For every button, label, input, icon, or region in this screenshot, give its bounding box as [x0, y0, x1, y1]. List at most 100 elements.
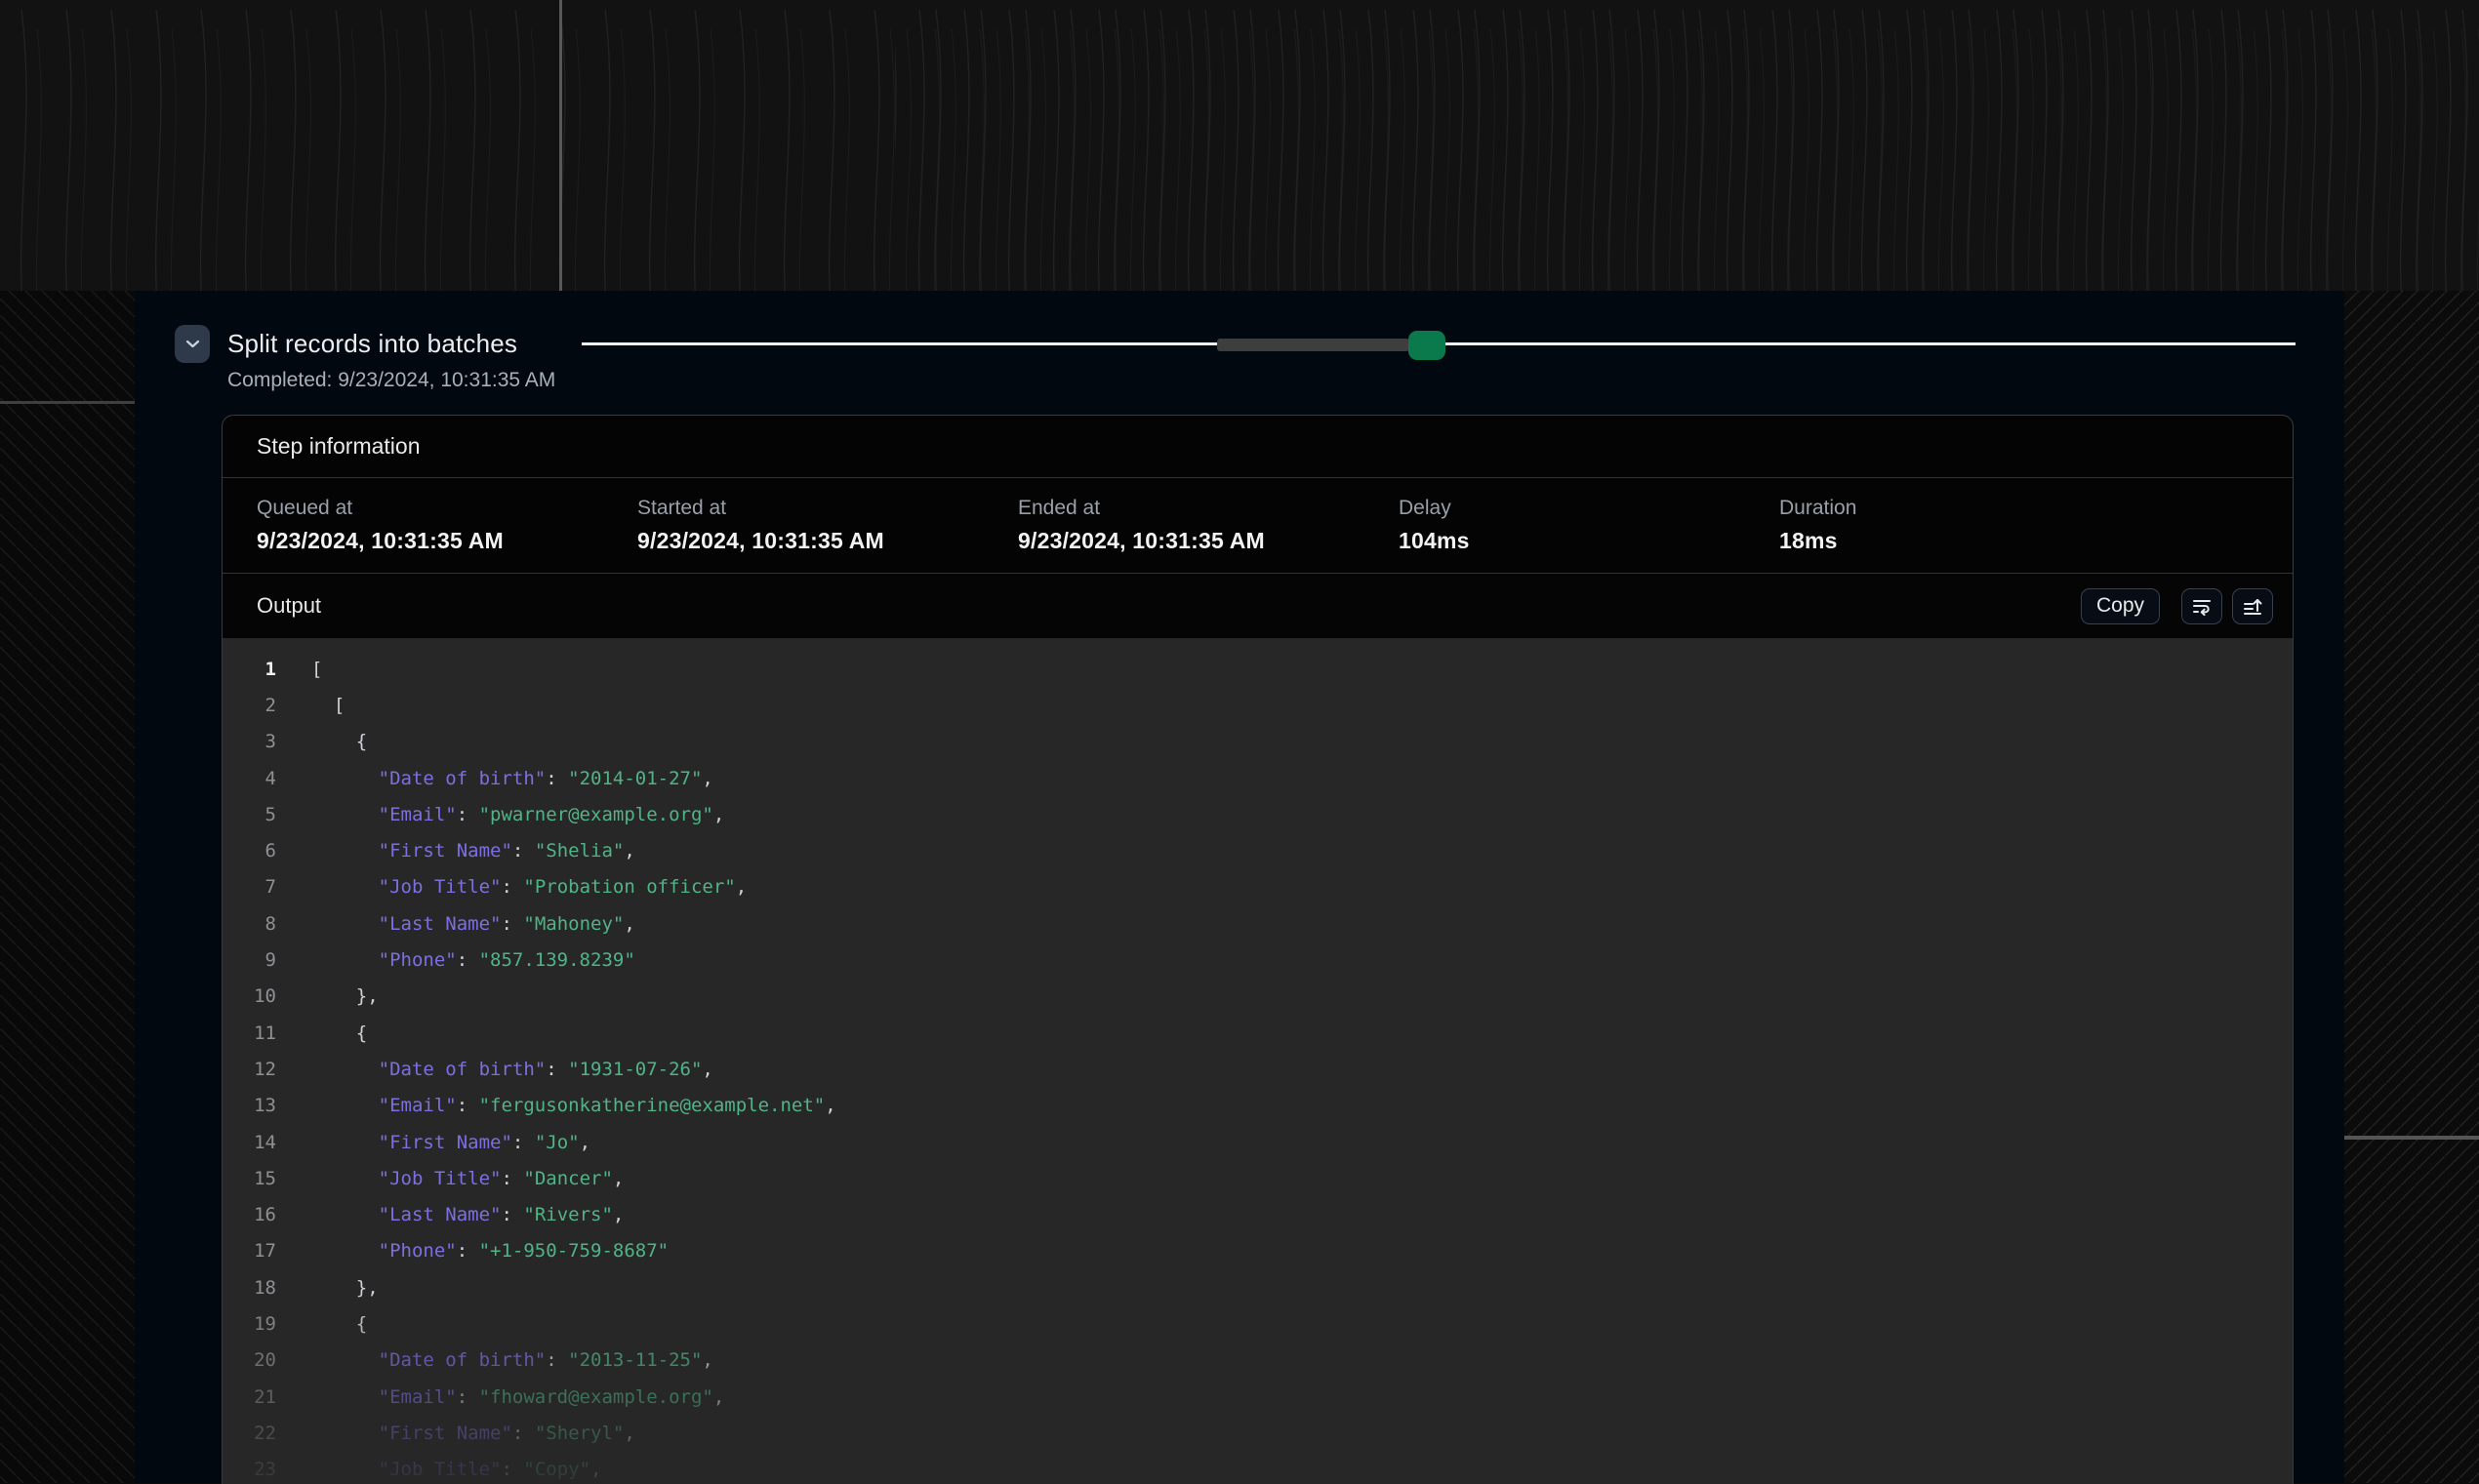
step-detail-panel: Split records into batches Completed: 9/…	[135, 291, 2344, 1483]
code-text: "Job Title": "Probation officer",	[276, 876, 747, 898]
step-info-fields: Queued at 9/23/2024, 10:31:35 AM Started…	[223, 478, 2293, 574]
code-text: "Last Name": "Mahoney",	[276, 913, 635, 935]
step-information-header: Step information	[223, 416, 2293, 478]
code-text: "Job Title": "Copy",	[276, 1459, 601, 1480]
code-text: "Email": "fhoward@example.org",	[276, 1386, 724, 1408]
scroll-to-top-icon	[2241, 594, 2264, 618]
line-number: 8	[223, 913, 276, 935]
line-number: 16	[223, 1204, 276, 1225]
code-line: 5 "Email": "pwarner@example.org",	[223, 796, 2293, 832]
code-text: [	[276, 695, 345, 716]
output-header: Output Copy	[223, 574, 2293, 638]
info-value: 9/23/2024, 10:31:35 AM	[1018, 528, 1399, 554]
code-text: "Job Title": "Dancer",	[276, 1168, 624, 1189]
info-field-queued-at: Queued at 9/23/2024, 10:31:35 AM	[257, 497, 637, 554]
copy-button[interactable]: Copy	[2081, 588, 2160, 624]
code-line: 7 "Job Title": "Probation officer",	[223, 869, 2293, 905]
line-number: 9	[223, 949, 276, 971]
chevron-down-icon	[185, 340, 200, 348]
line-number: 1	[223, 659, 276, 680]
info-field-started-at: Started at 9/23/2024, 10:31:35 AM	[637, 497, 1018, 554]
output-title: Output	[257, 593, 321, 619]
line-number: 18	[223, 1277, 276, 1299]
timeline-queue-bar	[1217, 339, 1409, 351]
code-text: "Date of birth": "1931-07-26",	[276, 1059, 713, 1080]
line-number: 22	[223, 1423, 276, 1444]
info-label: Started at	[637, 497, 1018, 520]
info-value: 18ms	[1779, 528, 2160, 554]
line-number: 6	[223, 840, 276, 862]
code-line: 1[	[223, 651, 2293, 687]
line-number: 7	[223, 876, 276, 898]
code-line: 14 "First Name": "Jo",	[223, 1124, 2293, 1160]
code-text: "Phone": "857.139.8239"	[276, 949, 635, 971]
code-line: 11 {	[223, 1015, 2293, 1051]
step-information-card: Step information Queued at 9/23/2024, 10…	[222, 415, 2294, 1484]
code-line: 15 "Job Title": "Dancer",	[223, 1160, 2293, 1196]
code-text: "Phone": "+1-950-759-8687"	[276, 1240, 669, 1262]
line-number: 2	[223, 695, 276, 716]
code-text: "First Name": "Sheryl",	[276, 1423, 635, 1444]
code-lines: 1[2 [3 {4 "Date of birth": "2014-01-27",…	[223, 651, 2293, 1484]
info-field-delay: Delay 104ms	[1399, 497, 1779, 554]
code-line: 13 "Email": "fergusonkatherine@example.n…	[223, 1088, 2293, 1124]
code-line: 21 "Email": "fhoward@example.org",	[223, 1379, 2293, 1415]
code-text: "Email": "pwarner@example.org",	[276, 804, 724, 825]
step-information-title: Step information	[257, 433, 420, 460]
info-value: 9/23/2024, 10:31:35 AM	[257, 528, 637, 554]
scroll-to-top-button[interactable]	[2232, 588, 2273, 624]
code-line: 16 "Last Name": "Rivers",	[223, 1196, 2293, 1232]
line-number: 15	[223, 1168, 276, 1189]
code-text: {	[276, 1023, 367, 1044]
timeline-run-marker[interactable]	[1408, 331, 1445, 360]
code-line: 19 {	[223, 1305, 2293, 1342]
info-value: 104ms	[1399, 528, 1779, 554]
code-line: 12 "Date of birth": "1931-07-26",	[223, 1051, 2293, 1087]
line-number: 10	[223, 985, 276, 1007]
info-value: 9/23/2024, 10:31:35 AM	[637, 528, 1018, 554]
code-line: 3 {	[223, 724, 2293, 760]
code-text: "Email": "fergusonkatherine@example.net"…	[276, 1095, 836, 1116]
code-line: 4 "Date of birth": "2014-01-27",	[223, 760, 2293, 796]
code-text: "Date of birth": "2013-11-25",	[276, 1349, 713, 1371]
copy-button-label: Copy	[2096, 594, 2144, 618]
line-number: 21	[223, 1386, 276, 1408]
code-line: 9 "Phone": "857.139.8239"	[223, 942, 2293, 978]
code-line: 23 "Job Title": "Copy",	[223, 1452, 2293, 1484]
code-text: },	[276, 985, 379, 1007]
output-code-viewer[interactable]: 1[2 [3 {4 "Date of birth": "2014-01-27",…	[223, 638, 2293, 1484]
code-text: "Last Name": "Rivers",	[276, 1204, 624, 1225]
line-number: 13	[223, 1095, 276, 1116]
code-text: {	[276, 731, 367, 752]
line-number: 5	[223, 804, 276, 825]
code-line: 20 "Date of birth": "2013-11-25",	[223, 1343, 2293, 1379]
info-label: Delay	[1399, 497, 1779, 520]
step-title: Split records into batches	[227, 329, 517, 359]
code-line: 2 [	[223, 687, 2293, 723]
info-label: Queued at	[257, 497, 637, 520]
code-line: 18 },	[223, 1269, 2293, 1305]
line-number: 11	[223, 1023, 276, 1044]
wrap-text-button[interactable]	[2181, 588, 2222, 624]
code-line: 17 "Phone": "+1-950-759-8687"	[223, 1233, 2293, 1269]
code-text: "First Name": "Shelia",	[276, 840, 635, 862]
collapse-step-button[interactable]	[175, 325, 210, 363]
code-text: {	[276, 1313, 367, 1335]
step-completed-timestamp: Completed: 9/23/2024, 10:31:35 AM	[227, 369, 555, 392]
code-line: 10 },	[223, 979, 2293, 1015]
code-text: "First Name": "Jo",	[276, 1132, 590, 1153]
line-number: 17	[223, 1240, 276, 1262]
wrap-text-icon	[2190, 594, 2214, 618]
code-text: "Date of birth": "2014-01-27",	[276, 768, 713, 789]
info-label: Ended at	[1018, 497, 1399, 520]
line-number: 12	[223, 1059, 276, 1080]
code-line: 8 "Last Name": "Mahoney",	[223, 905, 2293, 942]
line-number: 23	[223, 1459, 276, 1480]
code-line: 6 "First Name": "Shelia",	[223, 832, 2293, 868]
line-number: 20	[223, 1349, 276, 1371]
code-text: [	[276, 659, 322, 680]
info-label: Duration	[1779, 497, 2160, 520]
line-number: 4	[223, 768, 276, 789]
info-field-ended-at: Ended at 9/23/2024, 10:31:35 AM	[1018, 497, 1399, 554]
line-number: 19	[223, 1313, 276, 1335]
